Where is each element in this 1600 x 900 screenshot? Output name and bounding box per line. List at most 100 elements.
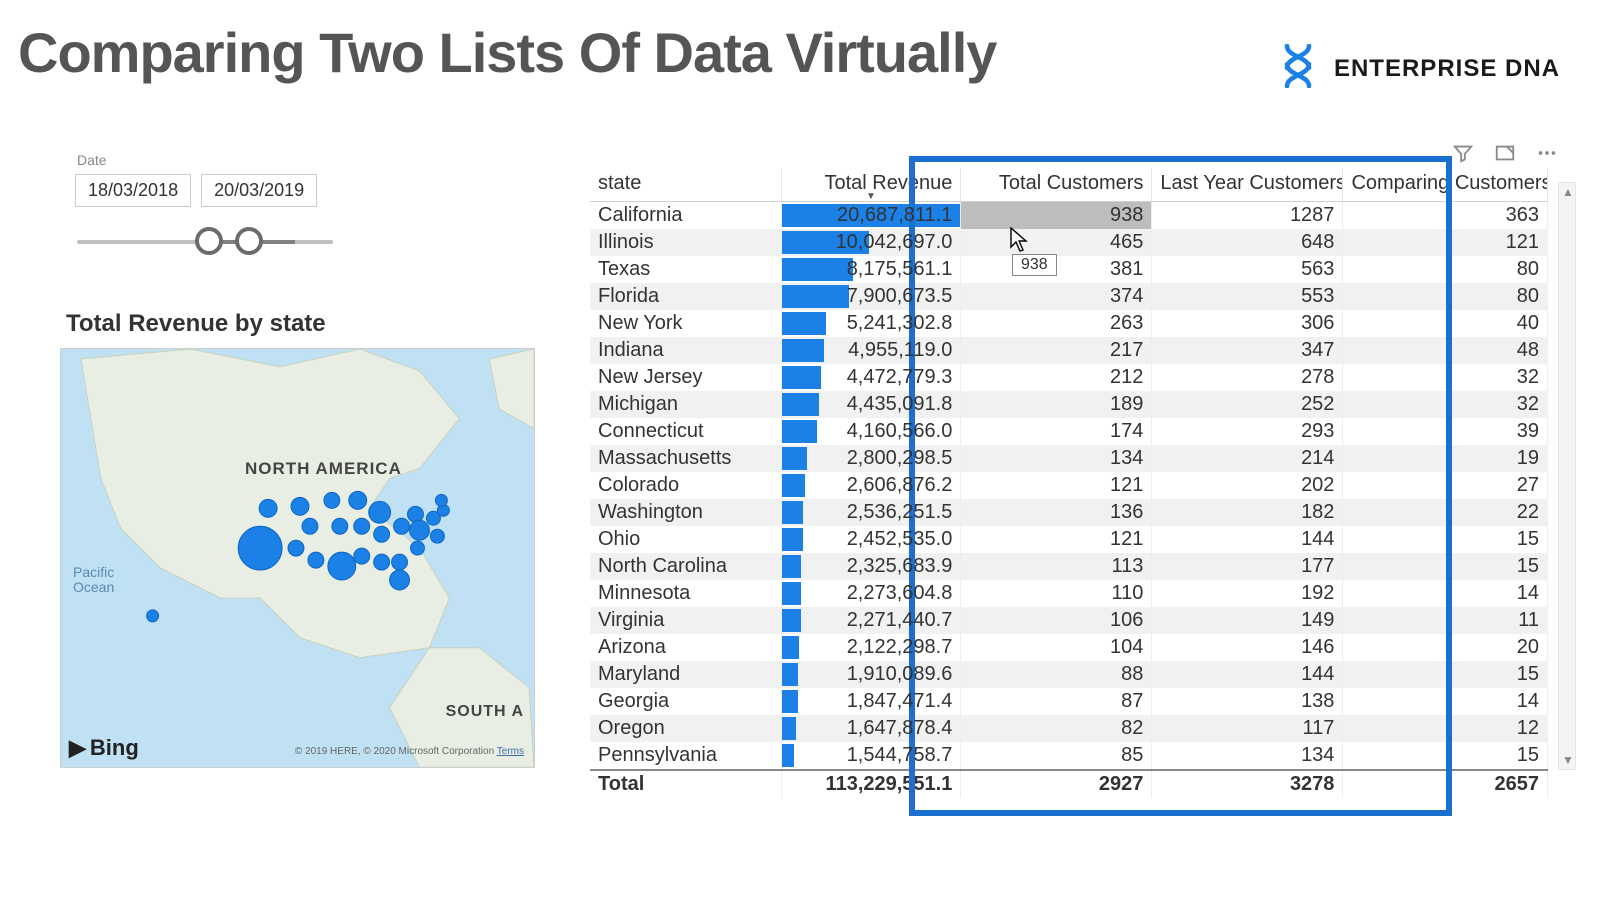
cell-comparing-customers[interactable]: 11 bbox=[1343, 607, 1548, 634]
cell-state[interactable]: Ohio bbox=[590, 526, 781, 553]
cell-last-year-customers[interactable]: 149 bbox=[1152, 607, 1343, 634]
cell-last-year-customers[interactable]: 134 bbox=[1152, 742, 1343, 770]
cell-total-customers[interactable]: 87 bbox=[961, 688, 1152, 715]
cell-last-year-customers[interactable]: 563 bbox=[1152, 256, 1343, 283]
cell-total-customers[interactable]: 136 bbox=[961, 499, 1152, 526]
focus-mode-icon[interactable] bbox=[1494, 142, 1516, 169]
cell-state[interactable]: Virginia bbox=[590, 607, 781, 634]
cell-comparing-customers[interactable]: 12 bbox=[1343, 715, 1548, 742]
cell-comparing-customers[interactable]: 39 bbox=[1343, 418, 1548, 445]
cell-last-year-customers[interactable]: 144 bbox=[1152, 526, 1343, 553]
table-row[interactable]: North Carolina2,325,683.911317715 bbox=[590, 553, 1548, 580]
table-row[interactable]: Ohio2,452,535.012114415 bbox=[590, 526, 1548, 553]
cell-total-customers[interactable]: 104 bbox=[961, 634, 1152, 661]
table-row[interactable]: New Jersey4,472,779.321227832 bbox=[590, 364, 1548, 391]
cell-last-year-customers[interactable]: 202 bbox=[1152, 472, 1343, 499]
cell-total-revenue[interactable]: 8,175,561.1 bbox=[781, 256, 961, 283]
cell-state[interactable]: Indiana bbox=[590, 337, 781, 364]
cell-comparing-customers[interactable]: 14 bbox=[1343, 580, 1548, 607]
cell-total-revenue[interactable]: 5,241,302.8 bbox=[781, 310, 961, 337]
cell-last-year-customers[interactable]: 306 bbox=[1152, 310, 1343, 337]
cell-comparing-customers[interactable]: 363 bbox=[1343, 202, 1548, 230]
cell-total-revenue[interactable]: 1,847,471.4 bbox=[781, 688, 961, 715]
col-total-customers[interactable]: Total Customers bbox=[961, 168, 1152, 202]
cell-total-revenue[interactable]: 2,800,298.5 bbox=[781, 445, 961, 472]
cell-state[interactable]: Maryland bbox=[590, 661, 781, 688]
cell-last-year-customers[interactable]: 214 bbox=[1152, 445, 1343, 472]
cell-state[interactable]: Oregon bbox=[590, 715, 781, 742]
cell-total-revenue[interactable]: 2,325,683.9 bbox=[781, 553, 961, 580]
cell-comparing-customers[interactable]: 15 bbox=[1343, 553, 1548, 580]
table-row[interactable]: Colorado2,606,876.212120227 bbox=[590, 472, 1548, 499]
cell-total-customers[interactable]: 82 bbox=[961, 715, 1152, 742]
cell-total-customers[interactable]: 189 bbox=[961, 391, 1152, 418]
table-row[interactable]: Maryland1,910,089.68814415 bbox=[590, 661, 1548, 688]
table-row[interactable]: Massachusetts2,800,298.513421419 bbox=[590, 445, 1548, 472]
cell-last-year-customers[interactable]: 144 bbox=[1152, 661, 1343, 688]
cell-state[interactable]: North Carolina bbox=[590, 553, 781, 580]
cell-total-revenue[interactable]: 2,452,535.0 bbox=[781, 526, 961, 553]
table-row[interactable]: Washington2,536,251.513618222 bbox=[590, 499, 1548, 526]
table-row[interactable]: Virginia2,271,440.710614911 bbox=[590, 607, 1548, 634]
cell-total-revenue[interactable]: 4,435,091.8 bbox=[781, 391, 961, 418]
more-options-icon[interactable] bbox=[1536, 142, 1558, 169]
cell-last-year-customers[interactable]: 192 bbox=[1152, 580, 1343, 607]
cell-state[interactable]: New Jersey bbox=[590, 364, 781, 391]
cell-comparing-customers[interactable]: 27 bbox=[1343, 472, 1548, 499]
cell-last-year-customers[interactable]: 138 bbox=[1152, 688, 1343, 715]
cell-total-revenue[interactable]: 2,122,298.7 bbox=[781, 634, 961, 661]
cell-state[interactable]: Massachusetts bbox=[590, 445, 781, 472]
cell-state[interactable]: Florida bbox=[590, 283, 781, 310]
col-total-revenue[interactable]: Total Revenue ▼ bbox=[781, 168, 961, 202]
cell-comparing-customers[interactable]: 15 bbox=[1343, 661, 1548, 688]
cell-total-revenue[interactable]: 7,900,673.5 bbox=[781, 283, 961, 310]
cell-total-customers[interactable]: 106 bbox=[961, 607, 1152, 634]
cell-comparing-customers[interactable]: 19 bbox=[1343, 445, 1548, 472]
map-terms-link[interactable]: Terms bbox=[497, 746, 524, 757]
cell-total-revenue[interactable]: 2,606,876.2 bbox=[781, 472, 961, 499]
cell-state[interactable]: Connecticut bbox=[590, 418, 781, 445]
cell-total-customers[interactable]: 110 bbox=[961, 580, 1152, 607]
cell-total-revenue[interactable]: 10,042,697.0 bbox=[781, 229, 961, 256]
date-slider[interactable] bbox=[77, 227, 333, 255]
cell-comparing-customers[interactable]: 15 bbox=[1343, 526, 1548, 553]
cell-comparing-customers[interactable]: 80 bbox=[1343, 256, 1548, 283]
cell-total-customers[interactable]: 217 bbox=[961, 337, 1152, 364]
cell-total-customers[interactable]: 263 bbox=[961, 310, 1152, 337]
col-last-year-customers[interactable]: Last Year Customers bbox=[1152, 168, 1343, 202]
cell-total-revenue[interactable]: 1,910,089.6 bbox=[781, 661, 961, 688]
cell-state[interactable]: Michigan bbox=[590, 391, 781, 418]
table-row[interactable]: New York5,241,302.826330640 bbox=[590, 310, 1548, 337]
date-from-input[interactable]: 18/03/2018 bbox=[75, 174, 191, 207]
cell-total-revenue[interactable]: 2,271,440.7 bbox=[781, 607, 961, 634]
cell-total-customers[interactable]: 174 bbox=[961, 418, 1152, 445]
cell-last-year-customers[interactable]: 553 bbox=[1152, 283, 1343, 310]
cell-total-revenue[interactable]: 1,544,758.7 bbox=[781, 742, 961, 770]
date-slicer[interactable]: Date 18/03/2018 20/03/2019 bbox=[75, 152, 335, 255]
cell-total-customers[interactable]: 88 bbox=[961, 661, 1152, 688]
cell-total-revenue[interactable]: 4,160,566.0 bbox=[781, 418, 961, 445]
cell-comparing-customers[interactable]: 20 bbox=[1343, 634, 1548, 661]
cell-comparing-customers[interactable]: 22 bbox=[1343, 499, 1548, 526]
cell-state[interactable]: Georgia bbox=[590, 688, 781, 715]
cell-last-year-customers[interactable]: 177 bbox=[1152, 553, 1343, 580]
cell-state[interactable]: Arizona bbox=[590, 634, 781, 661]
cell-state[interactable]: Pennsylvania bbox=[590, 742, 781, 770]
table-row[interactable]: Arizona2,122,298.710414620 bbox=[590, 634, 1548, 661]
cell-comparing-customers[interactable]: 15 bbox=[1343, 742, 1548, 770]
cell-total-customers[interactable]: 121 bbox=[961, 526, 1152, 553]
cell-comparing-customers[interactable]: 40 bbox=[1343, 310, 1548, 337]
cell-total-revenue[interactable]: 2,273,604.8 bbox=[781, 580, 961, 607]
col-comparing-customers[interactable]: Comparing Customers bbox=[1343, 168, 1548, 202]
cell-total-revenue[interactable]: 1,647,878.4 bbox=[781, 715, 961, 742]
cell-state[interactable]: Colorado bbox=[590, 472, 781, 499]
cell-last-year-customers[interactable]: 146 bbox=[1152, 634, 1343, 661]
cell-last-year-customers[interactable]: 1287 bbox=[1152, 202, 1343, 230]
cell-total-revenue[interactable]: 2,536,251.5 bbox=[781, 499, 961, 526]
cell-last-year-customers[interactable]: 648 bbox=[1152, 229, 1343, 256]
table-row[interactable]: Connecticut4,160,566.017429339 bbox=[590, 418, 1548, 445]
cell-total-customers[interactable]: 134 bbox=[961, 445, 1152, 472]
cell-total-customers[interactable]: 465 bbox=[961, 229, 1152, 256]
cell-total-customers[interactable]: 121 bbox=[961, 472, 1152, 499]
date-slider-thumb-end[interactable] bbox=[235, 227, 263, 255]
